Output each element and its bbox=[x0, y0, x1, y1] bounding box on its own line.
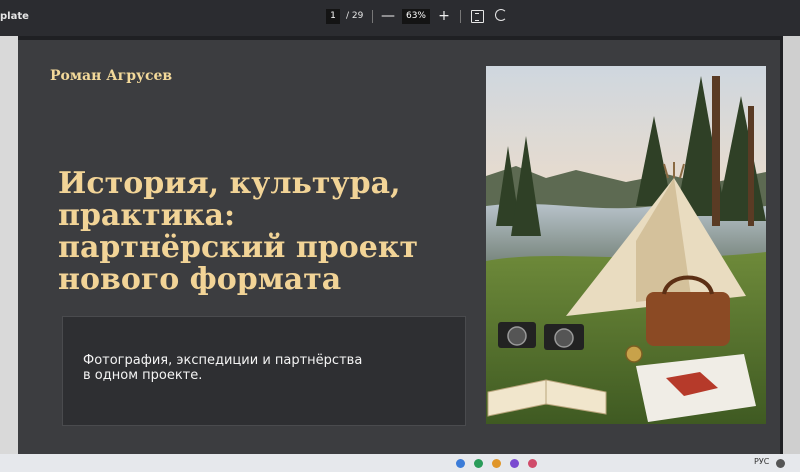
viewer-gutter-right bbox=[783, 36, 800, 454]
rotate-icon[interactable] bbox=[495, 9, 507, 21]
document-title: plate bbox=[0, 11, 29, 22]
author-name: Роман Агрусев bbox=[50, 68, 173, 84]
taskbar-app-icon[interactable] bbox=[492, 459, 501, 468]
slide-title-line: История, культура, bbox=[58, 166, 401, 201]
taskbar-app-icon[interactable] bbox=[474, 459, 483, 468]
zoom-in-button[interactable]: + bbox=[436, 8, 452, 25]
toolbar-divider bbox=[372, 10, 373, 23]
zoom-out-button[interactable]: — bbox=[380, 8, 396, 25]
camping-illustration bbox=[486, 66, 766, 424]
slide-title-line: партнёрский проект bbox=[58, 230, 419, 265]
slide-page: Роман Агрусев История, культура, практик… bbox=[18, 40, 780, 454]
subtitle-line: Фотография, экспедиции и партнёрства bbox=[83, 353, 363, 368]
subtitle-line: в одном проекте. bbox=[83, 368, 203, 383]
taskbar-app-icon[interactable] bbox=[510, 459, 519, 468]
leather-bag bbox=[646, 292, 730, 346]
camping-photo bbox=[486, 66, 766, 424]
camera-lens bbox=[507, 326, 527, 346]
page-total: / 29 bbox=[346, 11, 364, 21]
toolbar-divider bbox=[460, 10, 461, 23]
pdf-toolbar: plate 1 / 29 — 63% + bbox=[0, 0, 800, 36]
fit-page-icon[interactable] bbox=[471, 10, 484, 23]
current-page-input[interactable]: 1 bbox=[326, 9, 340, 24]
taskbar-app-icon[interactable] bbox=[456, 459, 465, 468]
tree-trunk bbox=[748, 106, 754, 226]
slide-title-line: практика: bbox=[58, 198, 236, 233]
taskbar-app-icon[interactable] bbox=[528, 459, 537, 468]
compass bbox=[625, 345, 643, 363]
viewer-gutter-left bbox=[0, 36, 18, 454]
os-taskbar: РУС bbox=[0, 454, 800, 472]
camera-lens bbox=[554, 328, 574, 348]
slide-subtitle: Фотография, экспедиции и партнёрства в о… bbox=[83, 353, 443, 383]
slide-title: История, культура, практика: партнёрский… bbox=[58, 168, 478, 296]
tree-trunk bbox=[712, 76, 720, 226]
wifi-icon[interactable] bbox=[776, 459, 785, 468]
slide-title-line: нового формата bbox=[58, 262, 342, 297]
subtitle-panel: Фотография, экспедиции и партнёрства в о… bbox=[62, 316, 466, 426]
zoom-level-field[interactable]: 63% bbox=[402, 9, 430, 24]
keyboard-language-indicator[interactable]: РУС bbox=[754, 457, 769, 466]
